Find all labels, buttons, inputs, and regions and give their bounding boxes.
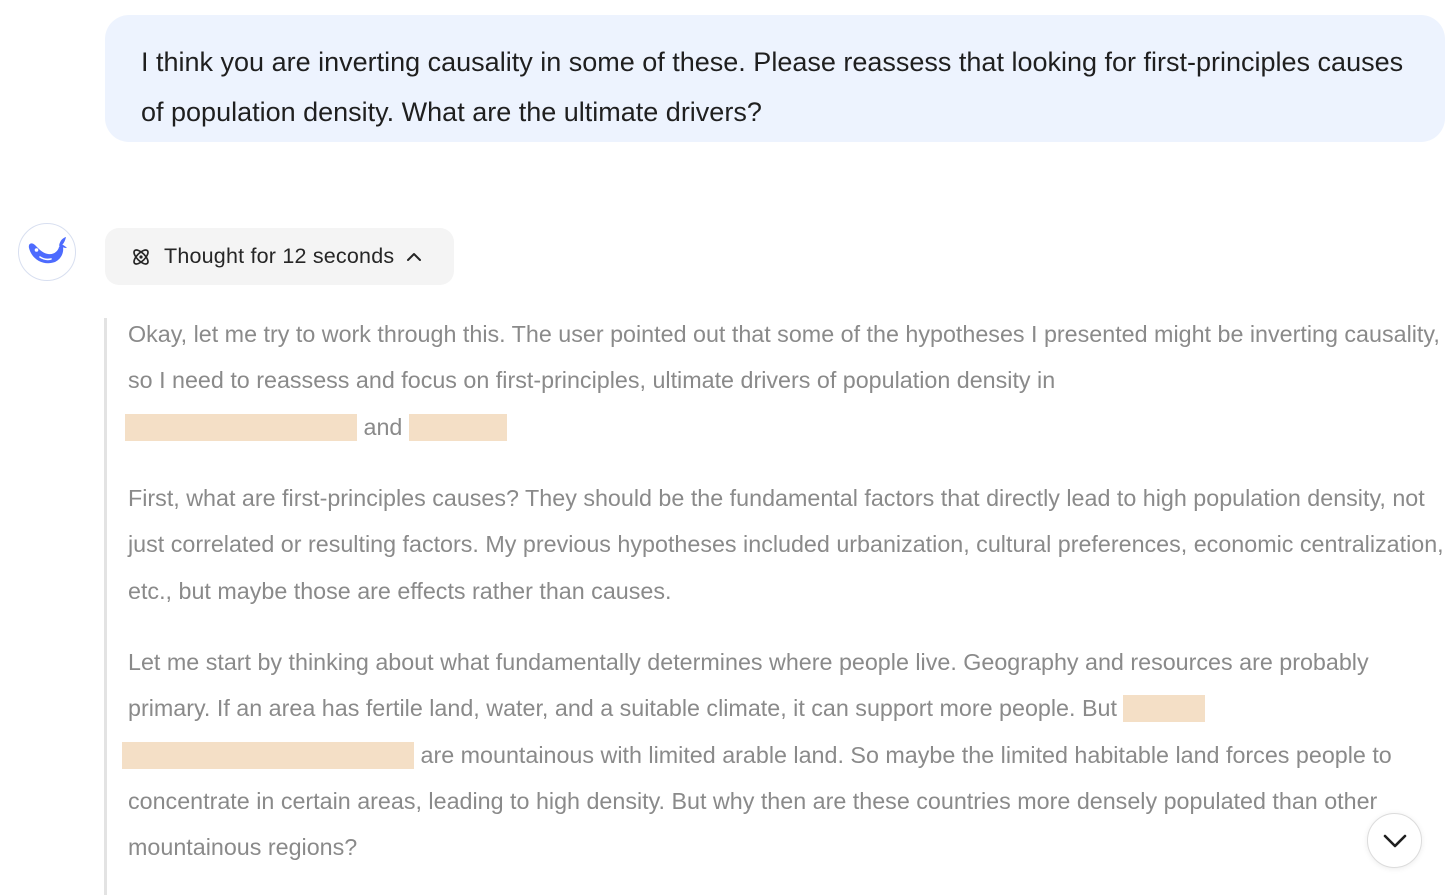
whale-logo-icon [28,237,67,264]
chevron-down-icon [1383,834,1406,847]
thinking-text: Okay, let me try to work through this. T… [128,321,1440,394]
redacted-text [122,741,414,769]
redacted-text [408,413,507,441]
thought-toggle-label: Thought for 12 seconds [164,244,395,268]
user-message-text: I think you are inverting causality in s… [141,47,1404,127]
thinking-paragraph: Let me start by thinking about what fund… [122,639,1446,870]
thinking-paragraph: Okay, let me try to work through this. T… [125,311,1446,450]
user-message-bubble: I think you are inverting causality in s… [105,15,1445,142]
atom-icon [133,248,149,265]
redacted-text [125,413,357,441]
thinking-content: Okay, let me try to work through this. T… [104,318,1449,895]
chat-view: I think you are inverting causality in s… [0,0,1456,895]
assistant-avatar [18,223,76,281]
chevron-up-icon [405,251,423,263]
redacted-text [1123,695,1206,723]
thinking-paragraph: First, what are first-principles causes?… [128,485,1444,604]
thinking-text: and [363,413,403,440]
scroll-to-bottom-button[interactable] [1367,813,1422,868]
thought-toggle-button[interactable]: Thought for 12 seconds [105,228,454,285]
